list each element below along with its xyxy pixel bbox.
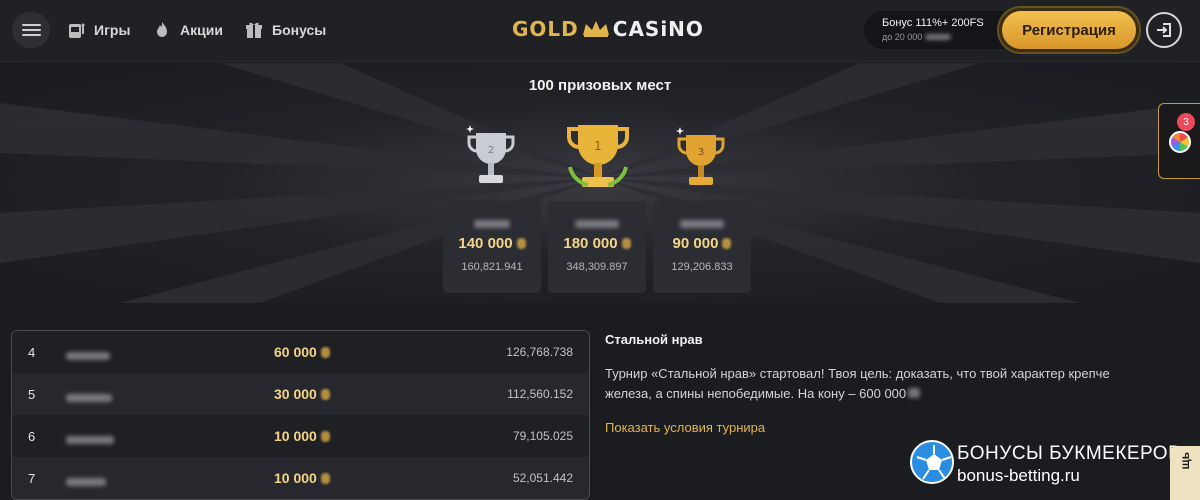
row-position: 7 [28, 471, 36, 486]
nav-promotions[interactable]: Акции [152, 20, 223, 40]
top-header: Игры Акции Бонусы GOLD CASiNO Бонус 111%… [0, 0, 1200, 62]
podium-card-first: 180 000 348,309.897 [548, 201, 646, 293]
bonus-offer-title: Бонус 111%+ 200FS [882, 17, 984, 29]
row-prize: 60 000 [274, 344, 330, 360]
login-button[interactable] [1146, 12, 1182, 48]
svg-text:2: 2 [488, 145, 494, 156]
podium-card-second: 140 000 160,821.941 [443, 201, 541, 293]
row-prize: 10 000 [274, 428, 330, 444]
fortune-wheel-widget[interactable]: 3 [1158, 103, 1200, 179]
prize-amount: 140 000 [443, 235, 541, 252]
casino-logo[interactable]: GOLD CASiNO [512, 17, 704, 41]
crown-icon [582, 21, 609, 37]
player-nickname-blurred [66, 473, 106, 491]
currency-icon [320, 430, 330, 442]
player-nickname-blurred [443, 215, 541, 228]
menu-icon [22, 24, 41, 26]
menu-button[interactable] [12, 12, 50, 48]
slot-machine-icon [69, 23, 85, 38]
player-nickname-blurred [653, 215, 751, 228]
logo-text-right: CASiNO [612, 17, 704, 41]
row-position: 6 [28, 429, 36, 444]
help-tab-label: щь [1178, 452, 1192, 470]
row-score: 79,105.025 [512, 429, 573, 443]
player-nickname-blurred [548, 215, 646, 228]
nav-games-label: Игры [94, 22, 131, 38]
prize-amount: 180 000 [548, 235, 646, 252]
prize-places-title: 100 призовых мест [528, 77, 672, 94]
podium-section: 100 призовых мест 2 1 3 140 000 160,821.… [0, 63, 1200, 303]
table-row: 4 60 000 126,768.738 [12, 331, 589, 373]
currency-icon [320, 346, 330, 358]
login-icon [1157, 23, 1171, 37]
bonus-offer[interactable]: Бонус 111%+ 200FS до 20 000 [864, 11, 1004, 49]
row-prize: 30 000 [274, 386, 330, 402]
table-row: 6 10 000 79,105.025 [12, 415, 589, 457]
bronze-trophy-icon: 3 [676, 127, 725, 185]
player-score: 160,821.941 [461, 261, 523, 273]
currency-icon [516, 238, 526, 249]
tournament-description: Турнир «Стальной нрав» стартовал! Твоя ц… [605, 366, 1110, 401]
show-conditions-link[interactable]: Показать условия турнира [605, 420, 765, 435]
flame-icon [157, 22, 167, 37]
row-score: 126,768.738 [506, 345, 573, 359]
row-position: 4 [28, 345, 36, 360]
leaderboard-table: 4 60 000 126,768.738 5 30 000 112,560.15… [11, 330, 590, 500]
row-position: 5 [28, 387, 36, 402]
watermark-url: bonus-betting.ru [957, 466, 1080, 485]
currency-icon [621, 238, 631, 249]
nav-bonuses-label: Бонусы [272, 22, 327, 38]
player-score: 129,206.833 [671, 261, 733, 273]
currency-icon [722, 238, 732, 249]
podium-card-third: 90 000 129,206.833 [653, 201, 751, 293]
nav-games[interactable]: Игры [66, 20, 130, 40]
gold-trophy-icon: 1 [567, 125, 629, 187]
table-row: 5 30 000 112,560.152 [12, 373, 589, 415]
nav-promotions-label: Акции [180, 22, 223, 38]
player-nickname-blurred [66, 347, 110, 365]
table-row: 7 10 000 52,051.442 [12, 457, 589, 499]
tournament-title: Стальной нрав [605, 332, 703, 347]
row-score: 52,051.442 [512, 471, 573, 485]
currency-icon [320, 388, 330, 400]
row-prize: 10 000 [274, 470, 330, 486]
register-button[interactable]: Регистрация [999, 8, 1139, 52]
silver-trophy-icon: 2 [466, 125, 515, 183]
fortune-wheel-icon [1169, 131, 1191, 153]
nav-bonuses[interactable]: Бонусы [244, 20, 326, 40]
logo-text-left: GOLD [512, 17, 579, 41]
svg-text:3: 3 [698, 147, 704, 158]
row-score: 112,560.152 [507, 387, 573, 401]
bonus-offer-subtitle: до 20 000 [882, 32, 1004, 42]
prize-amount: 90 000 [653, 235, 751, 252]
watermark-title: БОНУСЫ БУКМЕКЕРОВ [957, 443, 1182, 464]
help-tab[interactable]: щь [1170, 446, 1200, 500]
player-score: 348,309.897 [566, 261, 628, 273]
soccer-ball-icon [910, 440, 954, 484]
notification-badge: 3 [1177, 113, 1195, 131]
currency-icon [320, 472, 330, 484]
svg-text:1: 1 [594, 139, 602, 153]
player-nickname-blurred [66, 431, 114, 449]
gift-icon [246, 22, 262, 38]
player-nickname-blurred [66, 389, 112, 407]
